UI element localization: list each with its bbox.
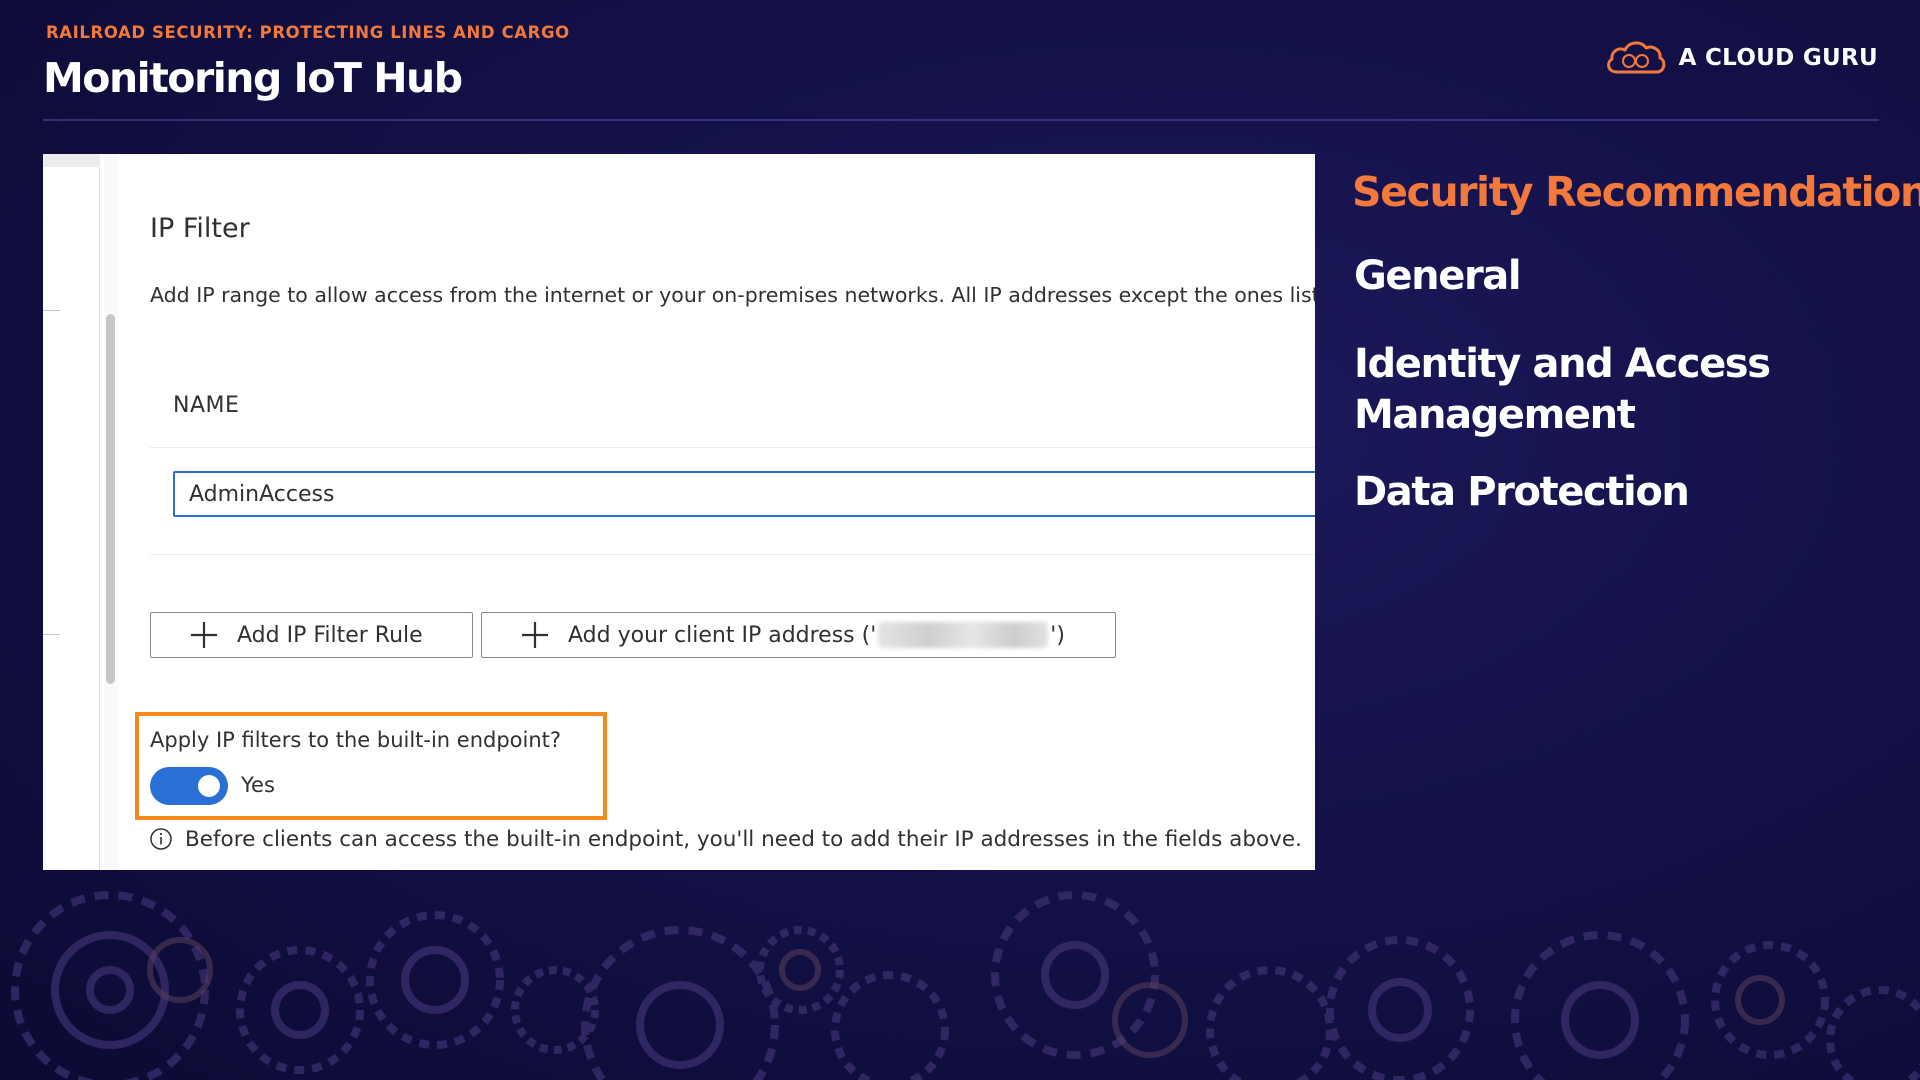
left-nav-divider (43, 310, 60, 311)
page-title: Monitoring IoT Hub (43, 54, 463, 102)
add-client-ip-button[interactable]: Add your client IP address (' ') (481, 612, 1116, 658)
apply-ip-filters-toggle[interactable] (150, 767, 228, 805)
cloud-logo-icon (1606, 41, 1665, 74)
ip-filter-title: IP Filter (150, 213, 250, 244)
name-column-header: NAME (173, 393, 240, 418)
toggle-state-label: Yes (241, 773, 275, 797)
left-nav-strip (43, 154, 100, 870)
rule-name-input[interactable] (173, 471, 1315, 517)
redacted-ip-address (878, 622, 1049, 648)
side-item-general: General (1354, 253, 1522, 299)
header-divider (43, 119, 1879, 121)
side-item-data-protection: Data Protection (1354, 469, 1690, 515)
info-message: Before clients can access the built-in e… (185, 827, 1302, 852)
row-divider-line (150, 554, 1315, 555)
ip-filter-screenshot-panel: IP Filter Add IP range to allow access f… (43, 154, 1315, 870)
side-heading: Security Recommendations (1352, 168, 1920, 216)
add-ip-filter-rule-label: Add IP Filter Rule (237, 622, 423, 648)
decorative-gears (11, 891, 1920, 1080)
add-client-ip-label-end: ') (1050, 622, 1065, 648)
scrollbar-thumb[interactable] (106, 314, 115, 684)
plus-icon (189, 620, 219, 650)
ip-filter-description: Add IP range to allow access from the in… (150, 283, 1315, 307)
add-client-ip-label: Add your client IP address (' (568, 622, 877, 648)
info-icon (150, 828, 172, 850)
header-subtitle: RAILROAD SECURITY: PROTECTING LINES AND … (46, 23, 570, 42)
header-divider-line (150, 447, 1315, 448)
left-nav-top-bar (43, 154, 100, 167)
plus-icon (520, 620, 550, 650)
left-nav-divider (43, 634, 60, 635)
brand-name: A CLOUD GURU (1678, 45, 1878, 71)
side-item-identity-access: Identity and Access Management (1354, 341, 1771, 438)
apply-ip-filters-label: Apply IP filters to the built-in endpoin… (150, 728, 562, 752)
brand-logo: A CLOUD GURU (1603, 38, 1878, 78)
add-ip-filter-rule-button[interactable]: Add IP Filter Rule (150, 612, 473, 658)
toggle-knob (198, 775, 220, 797)
